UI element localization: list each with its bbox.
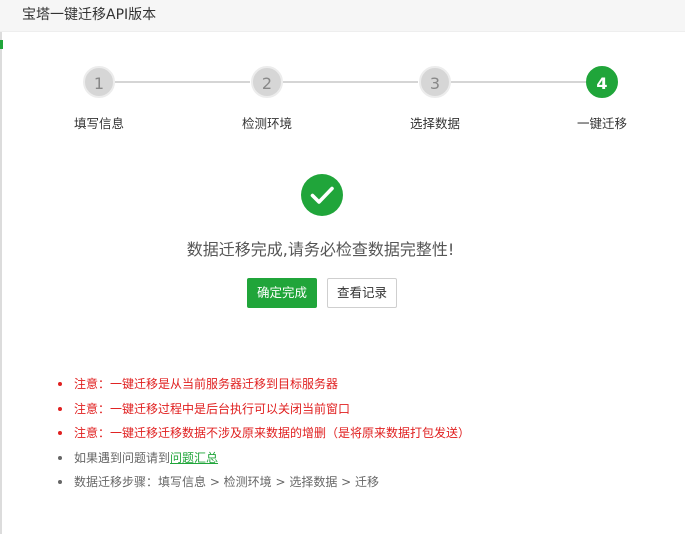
note-item: 数据迁移步骤：填写信息 > 检测环境 > 选择数据 > 迁移: [56, 472, 676, 497]
bullet-icon: [58, 431, 62, 435]
step-3-circle: 3: [419, 66, 451, 98]
bullet-icon: [58, 455, 62, 460]
note-item: 注意：一键迁移迁移数据不涉及原来数据的增删（是将原来数据打包发送）: [56, 423, 676, 448]
note-item: 注意：一键迁移是从当前服务器迁移到目标服务器: [56, 374, 676, 399]
note-text: 注意：一键迁移迁移数据不涉及原来数据的增删（是将原来数据打包发送）: [74, 426, 471, 440]
bullet-icon: [58, 480, 62, 484]
bullet-icon: [58, 406, 62, 411]
step-1-circle: 1: [83, 66, 115, 98]
completion-message: 数据迁移完成,请务必检查数据完整性!: [186, 240, 455, 259]
step-2-label: 检测环境: [241, 116, 292, 131]
step-2-number: 2: [261, 74, 273, 93]
step-1-label: 填写信息: [73, 116, 124, 131]
step-connector: [451, 81, 586, 83]
step-1-number: 1: [93, 74, 105, 93]
note-text: 注意：一键迁移过程中是后台执行可以关闭当前窗口: [74, 401, 351, 416]
step-4-circle: 4: [586, 66, 618, 98]
note-text: 注意：一键迁移是从当前服务器迁移到目标服务器: [74, 377, 339, 391]
step-4-label: 一键迁移: [576, 116, 627, 131]
left-edge-accent: [0, 40, 3, 49]
notes-list: 注意：一键迁移是从当前服务器迁移到目标服务器 注意：一键迁移过程中是后台执行可以…: [56, 374, 676, 497]
note-item: 如果遇到问题请到问题汇总: [56, 448, 676, 473]
step-4-number: 4: [596, 74, 608, 93]
confirm-complete-button[interactable]: 确定完成: [247, 278, 317, 308]
step-3-label: 选择数据: [409, 116, 460, 131]
note-item: 注意：一键迁移过程中是后台执行可以关闭当前窗口: [56, 399, 676, 424]
step-connector: [283, 81, 418, 83]
title-bar: 宝塔一键迁移API版本: [0, 0, 685, 32]
step-3-number: 3: [429, 74, 441, 93]
progress-steps: 1 2 3 4 填写信息 检测环境 选择数据 一键迁移: [0, 66, 685, 136]
window-title: 宝塔一键迁移API版本: [22, 7, 157, 23]
checkmark-circle-icon: [301, 174, 343, 216]
faq-link[interactable]: 问题汇总: [170, 451, 218, 465]
bullet-icon: [58, 382, 62, 386]
view-log-button[interactable]: 查看记录: [327, 278, 397, 308]
note-text: 如果遇到问题请到: [74, 450, 171, 465]
step-2-circle: 2: [251, 66, 283, 98]
step-connector: [115, 81, 250, 83]
note-text: 数据迁移步骤：填写信息 > 检测环境 > 选择数据 > 迁移: [74, 475, 380, 489]
